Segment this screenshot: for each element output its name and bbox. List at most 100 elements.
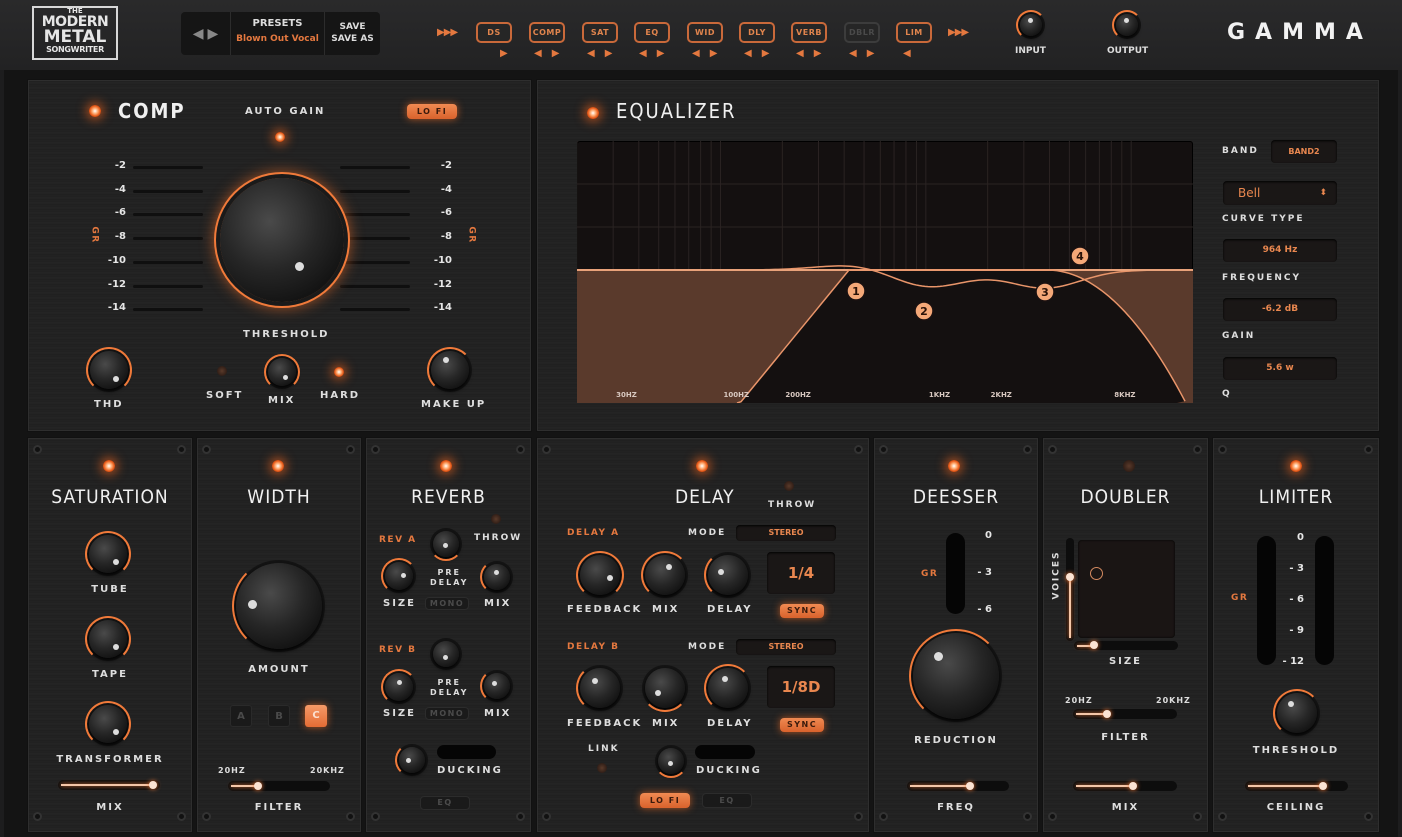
delay-b-time-display[interactable]: 1/8D <box>767 666 835 708</box>
reverb-ducking-knob[interactable] <box>395 743 425 777</box>
delay-ducking-knob[interactable] <box>654 748 688 778</box>
comp-lofi-button[interactable]: LO FI <box>407 104 457 119</box>
width-mode-c[interactable]: C <box>305 705 327 727</box>
curve-type-select[interactable]: Bell ⬍ <box>1223 181 1337 205</box>
rev-a-predelay-knob[interactable] <box>429 531 463 561</box>
doubler-power-led[interactable] <box>1123 460 1135 472</box>
width-filter-slider[interactable] <box>228 781 330 791</box>
eq-graph[interactable]: 1 2 3 4 30HZ 100HZ 200HZ 1KHZ 2KHZ 8KHZ <box>576 141 1193 404</box>
make-up-knob[interactable] <box>427 347 473 393</box>
rev-b-mix-knob[interactable] <box>480 669 510 703</box>
move-right-icon[interactable]: ▶ <box>605 48 613 59</box>
comp-power-led[interactable] <box>89 105 101 117</box>
width-power-led[interactable] <box>272 460 284 472</box>
move-left-icon[interactable]: ◀ <box>744 48 752 59</box>
ceiling-slider[interactable] <box>1245 781 1348 791</box>
limiter-threshold-knob[interactable] <box>1273 689 1321 737</box>
q-field[interactable]: 5.6 w <box>1223 357 1337 380</box>
rev-b-predelay-knob[interactable] <box>433 641 459 667</box>
chain-button-ds[interactable]: DS <box>476 22 512 43</box>
move-left-icon[interactable]: ◀ <box>692 48 700 59</box>
delay-lofi-button[interactable]: LO FI <box>640 793 690 808</box>
ceiling-thumb[interactable] <box>1319 782 1327 790</box>
delay-a-sync-button[interactable]: SYNC <box>780 604 824 618</box>
xy-pad-handle[interactable] <box>1090 567 1103 580</box>
delay-b-delay-knob[interactable] <box>704 664 752 712</box>
save-button[interactable]: SAVE <box>325 21 380 33</box>
move-right-icon[interactable]: ▶ <box>867 48 875 59</box>
comp-mix-knob[interactable] <box>264 354 300 390</box>
threshold-knob[interactable] <box>220 178 344 302</box>
tape-knob[interactable] <box>85 616 131 662</box>
delay-a-feedback-knob[interactable] <box>576 551 624 599</box>
frequency-field[interactable]: 964 Hz <box>1223 239 1337 262</box>
saturation-mix-thumb[interactable] <box>149 781 157 789</box>
rev-a-mix-knob[interactable] <box>480 560 510 594</box>
move-right-icon[interactable]: ▶ <box>710 48 718 59</box>
thd-knob[interactable] <box>86 347 132 393</box>
width-amount-knob[interactable] <box>232 559 322 653</box>
reverb-eq-button[interactable]: EQ <box>420 796 470 810</box>
doubler-mix-slider[interactable] <box>1073 781 1177 791</box>
link-led[interactable] <box>597 763 607 773</box>
chain-button-comp[interactable]: COMP <box>529 22 565 43</box>
move-left-icon[interactable]: ◀ <box>903 48 911 59</box>
chain-button-dblr[interactable]: DBLR <box>844 22 880 43</box>
voices-thumb[interactable] <box>1066 573 1074 581</box>
move-left-icon[interactable]: ◀ <box>587 48 595 59</box>
chain-button-verb[interactable]: VERB <box>791 22 827 43</box>
hard-led[interactable] <box>334 367 344 377</box>
move-left-icon[interactable]: ◀ <box>534 48 542 59</box>
saturation-power-led[interactable] <box>103 460 115 472</box>
preset-display[interactable]: PRESETS Blown Out Vocal <box>231 12 325 55</box>
input-knob[interactable] <box>1016 10 1046 40</box>
rev-a-mono-button[interactable]: MONO <box>425 597 469 610</box>
move-left-icon[interactable]: ◀ <box>849 48 857 59</box>
delay-b-mix-knob[interactable] <box>641 668 689 712</box>
arrow-right-icon[interactable]: ▶ <box>208 26 219 42</box>
doubler-filter-slider[interactable] <box>1073 709 1177 719</box>
delay-b-feedback-knob[interactable] <box>576 664 620 712</box>
rev-b-mono-button[interactable]: MONO <box>425 707 469 720</box>
size-slider[interactable] <box>1074 641 1178 650</box>
width-mode-b[interactable]: B <box>268 705 290 727</box>
reverb-throw-led[interactable] <box>491 514 501 524</box>
reverb-power-led[interactable] <box>440 460 452 472</box>
arrow-left-icon[interactable]: ◀ <box>193 26 204 42</box>
reduction-knob[interactable] <box>909 629 1003 723</box>
deesser-freq-thumb[interactable] <box>966 782 974 790</box>
auto-gain-led[interactable] <box>275 132 285 142</box>
chain-button-wid[interactable]: WID <box>687 22 723 43</box>
tube-knob[interactable] <box>85 531 131 577</box>
doubler-mix-thumb[interactable] <box>1129 782 1137 790</box>
delay-a-delay-knob[interactable] <box>704 551 748 599</box>
delay-a-mode-select[interactable]: STEREO <box>736 525 836 541</box>
eq-curve-display[interactable]: 1 2 3 4 30HZ 100HZ 200HZ 1KHZ 2KHZ 8KHZ <box>576 141 1193 404</box>
delay-b-mode-select[interactable]: STEREO <box>736 639 836 655</box>
save-as-button[interactable]: SAVE AS <box>325 33 380 45</box>
delay-a-mix-knob[interactable] <box>641 551 689 599</box>
chain-button-lim[interactable]: LIM <box>896 22 932 43</box>
voices-slider[interactable] <box>1066 538 1074 641</box>
doubler-xy-pad[interactable] <box>1078 540 1175 638</box>
deesser-power-led[interactable] <box>948 460 960 472</box>
move-right-icon[interactable]: ▶ <box>762 48 770 59</box>
band-selector[interactable]: BAND2 <box>1271 140 1337 163</box>
move-left-icon[interactable]: ◀ <box>796 48 804 59</box>
delay-b-sync-button[interactable]: SYNC <box>780 718 824 732</box>
soft-led[interactable] <box>217 366 227 376</box>
chain-button-sat[interactable]: SAT <box>582 22 618 43</box>
output-knob[interactable] <box>1112 10 1142 40</box>
delay-eq-button[interactable]: EQ <box>702 793 752 808</box>
chain-button-dly[interactable]: DLY <box>739 22 775 43</box>
delay-a-time-display[interactable]: 1/4 <box>767 552 835 594</box>
limiter-power-led[interactable] <box>1290 460 1302 472</box>
move-left-icon[interactable]: ◀ <box>639 48 647 59</box>
move-right-icon[interactable]: ▶ <box>814 48 822 59</box>
width-mode-a[interactable]: A <box>230 705 252 727</box>
rev-b-size-knob[interactable] <box>381 669 417 705</box>
deesser-freq-slider[interactable] <box>907 781 1009 791</box>
move-right-icon[interactable]: ▶ <box>657 48 665 59</box>
gain-field[interactable]: -6.2 dB <box>1223 298 1337 321</box>
transformer-knob[interactable] <box>85 701 131 747</box>
